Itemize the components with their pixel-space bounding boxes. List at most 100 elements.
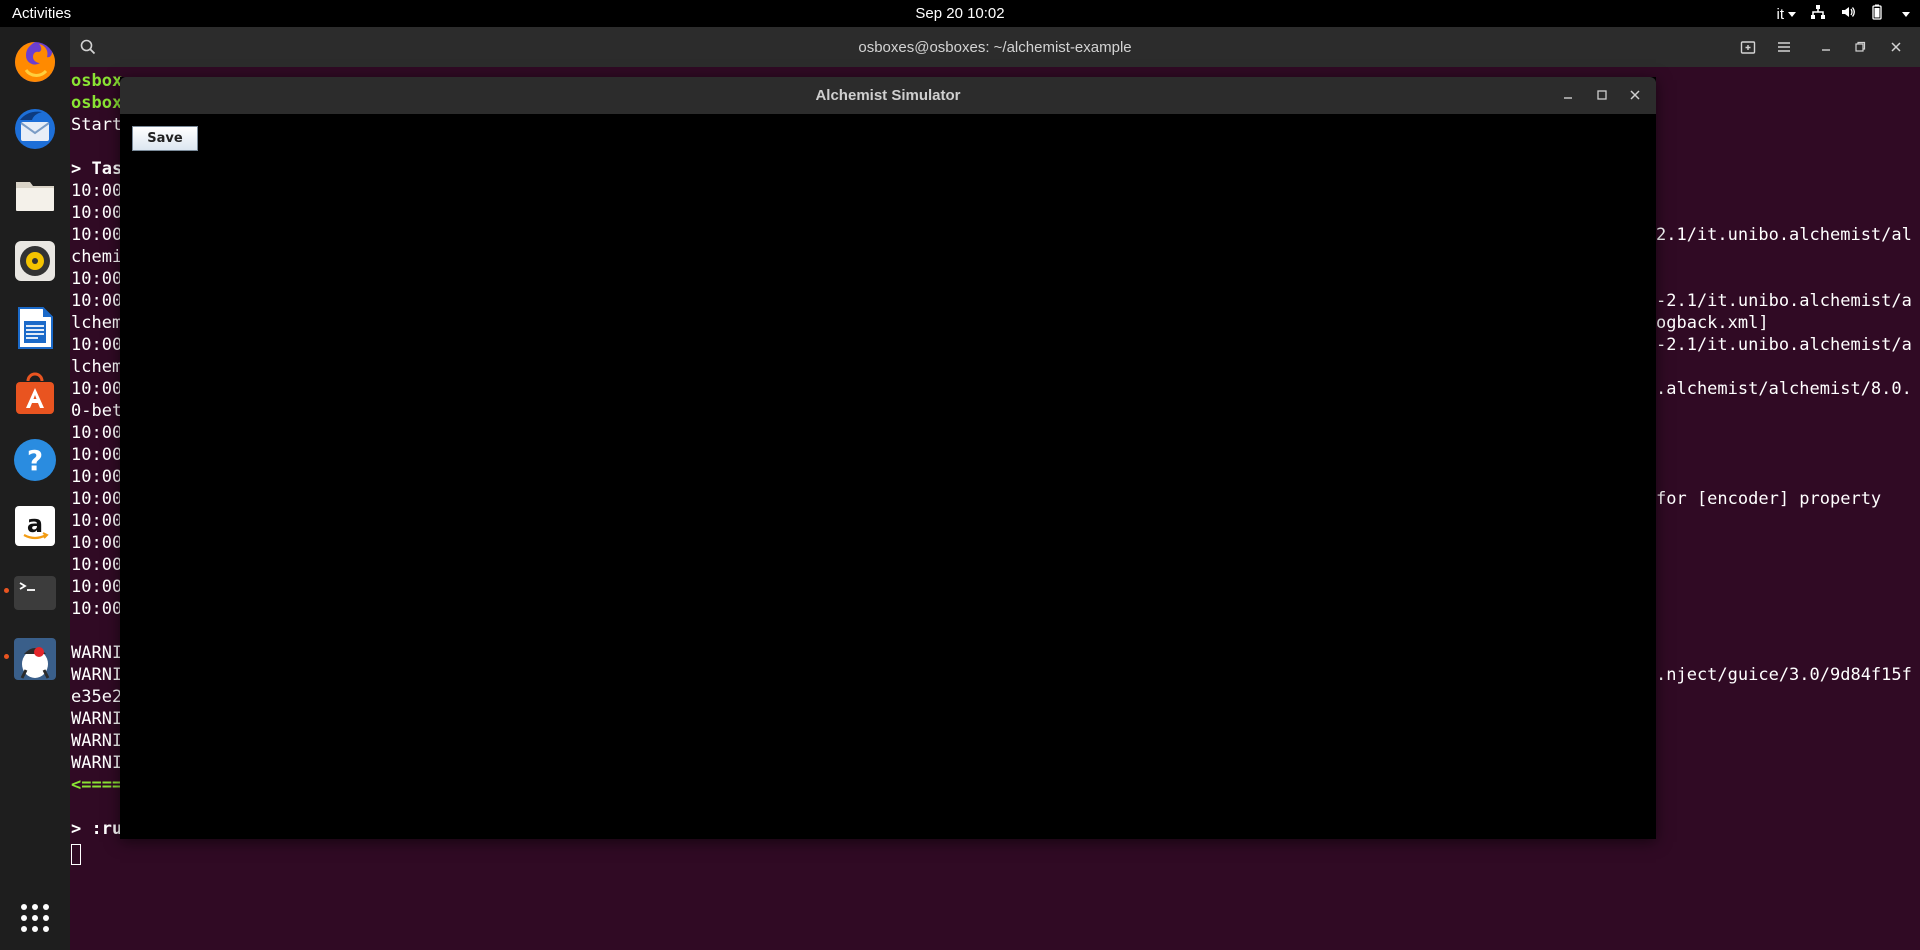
new-tab-icon [1740,41,1756,54]
libreoffice-writer-icon [18,307,53,349]
menu-button[interactable] [1772,35,1796,59]
simulation-canvas[interactable] [120,114,1656,839]
terminal-close-button[interactable] [1884,35,1908,59]
java-app-launcher[interactable] [10,634,60,684]
terminal-line: 10:00 [71,445,123,465]
help-launcher[interactable]: ? [10,435,60,485]
rhythmbox-icon [15,241,55,281]
terminal-line: 10:00 [71,291,123,311]
terminal-line: WARNI [71,731,123,751]
terminal-launcher[interactable] [10,568,60,618]
running-indicator [4,654,9,659]
terminal-line: 10:00 [71,599,123,619]
terminal-line: 0-bet [71,401,123,421]
files-icon [16,182,54,211]
amazon-launcher[interactable]: a [10,501,60,551]
terminal-line-tail: .alchemist/alchemist/8.0. [1656,379,1912,399]
search-button[interactable] [76,35,100,59]
terminal-header-bar[interactable]: osboxes@osboxes: ~/alchemist-example [70,27,1920,67]
system-menu-chevron-icon[interactable] [1902,11,1910,17]
keyboard-layout-indicator[interactable]: it [1777,6,1796,23]
thunderbird-icon [15,109,55,149]
java-icon [14,638,56,680]
maximize-icon [1597,90,1607,100]
alchemist-maximize-button[interactable] [1591,84,1613,106]
close-icon [1630,90,1640,100]
terminal-line: WARNI [71,665,123,685]
firefox-icon [15,42,55,82]
running-indicator [4,588,9,593]
terminal-line: 10:00 [71,533,123,553]
firefox-launcher[interactable] [10,37,60,87]
terminal-line: 10:00 [71,577,123,597]
dock: ? a [0,27,70,950]
svg-text:a: a [27,510,43,538]
terminal-line-tail: .nject/guice/3.0/9d84f15f [1656,665,1912,685]
terminal-icon [14,576,56,610]
clock[interactable]: Sep 20 10:02 [915,5,1004,22]
hamburger-menu-icon [1778,42,1790,52]
libreoffice-writer-launcher[interactable] [10,303,60,353]
terminal-line: chemi [71,247,123,267]
terminal-line: osbox [71,93,123,113]
terminal-line: 10:00 [71,203,123,223]
show-apps-icon [21,904,49,932]
close-icon [1891,42,1901,52]
terminal-line: lchem [71,357,123,377]
terminal-line: 10:00 [71,489,123,509]
thunderbird-launcher[interactable] [10,104,60,154]
terminal-line: WARNI [71,643,123,663]
show-applications-button[interactable] [10,893,60,943]
battery-icon[interactable] [1870,4,1884,24]
activities-button[interactable]: Activities [12,5,71,22]
terminal-line: 10:00 [71,335,123,355]
ubuntu-software-launcher[interactable] [10,369,60,419]
rhythmbox-launcher[interactable] [10,236,60,286]
amazon-icon: a [15,506,55,546]
terminal-line: 10:00 [71,181,123,201]
files-launcher[interactable] [10,170,60,220]
terminal-line-tail: -2.1/it.unibo.alchemist/a [1656,335,1912,355]
alchemist-close-button[interactable] [1624,84,1646,106]
restore-icon [1855,41,1866,52]
terminal-line: 10:00 [71,423,123,443]
terminal-maximize-button[interactable] [1848,35,1872,59]
terminal-cursor [71,844,81,865]
volume-icon[interactable] [1840,4,1856,24]
alchemist-simulator-window[interactable]: Alchemist Simulator Save [120,77,1656,839]
terminal-line: osbox [71,71,123,91]
search-icon [80,39,96,55]
terminal-line: > Tas [71,159,123,179]
terminal-title: osboxes@osboxes: ~/alchemist-example [858,39,1132,56]
terminal-line: 10:00 [71,467,123,487]
alchemist-minimize-button[interactable] [1557,84,1579,106]
alchemist-header-bar[interactable]: Alchemist Simulator [120,77,1656,114]
terminal-line: > :ru [71,819,123,839]
terminal-line: lchem [71,313,123,333]
terminal-line: Start [71,115,123,135]
software-icon [16,372,54,414]
chevron-down-icon [1788,12,1796,18]
terminal-minimize-button[interactable] [1814,35,1838,59]
terminal-line: WARNI [71,709,123,729]
terminal-line-tail: -2.1/it.unibo.alchemist/a [1656,291,1912,311]
system-tray[interactable]: it [1777,4,1910,24]
top-bar: Activities Sep 20 10:02 it [0,0,1920,27]
alchemist-window-title: Alchemist Simulator [815,87,961,104]
terminal-line: 10:00 [71,555,123,575]
minimize-icon [1822,49,1830,51]
terminal-line: 10:00 [71,269,123,289]
new-tab-button[interactable] [1736,35,1760,59]
help-icon: ? [14,439,56,481]
terminal-line-tail: 2.1/it.unibo.alchemist/al [1656,225,1912,245]
terminal-line: WARNI [71,753,123,773]
terminal-line: <==== [71,775,123,795]
network-icon[interactable] [1810,4,1826,24]
terminal-line: e35e2 [71,687,123,707]
terminal-line: 10:00 [71,511,123,531]
svg-text:?: ? [27,444,43,477]
terminal-line-tail: ogback.xml] [1656,313,1769,333]
minimize-icon [1564,97,1572,99]
terminal-line-tail: for [encoder] property [1656,489,1882,509]
terminal-line: 10:00 [71,225,123,245]
